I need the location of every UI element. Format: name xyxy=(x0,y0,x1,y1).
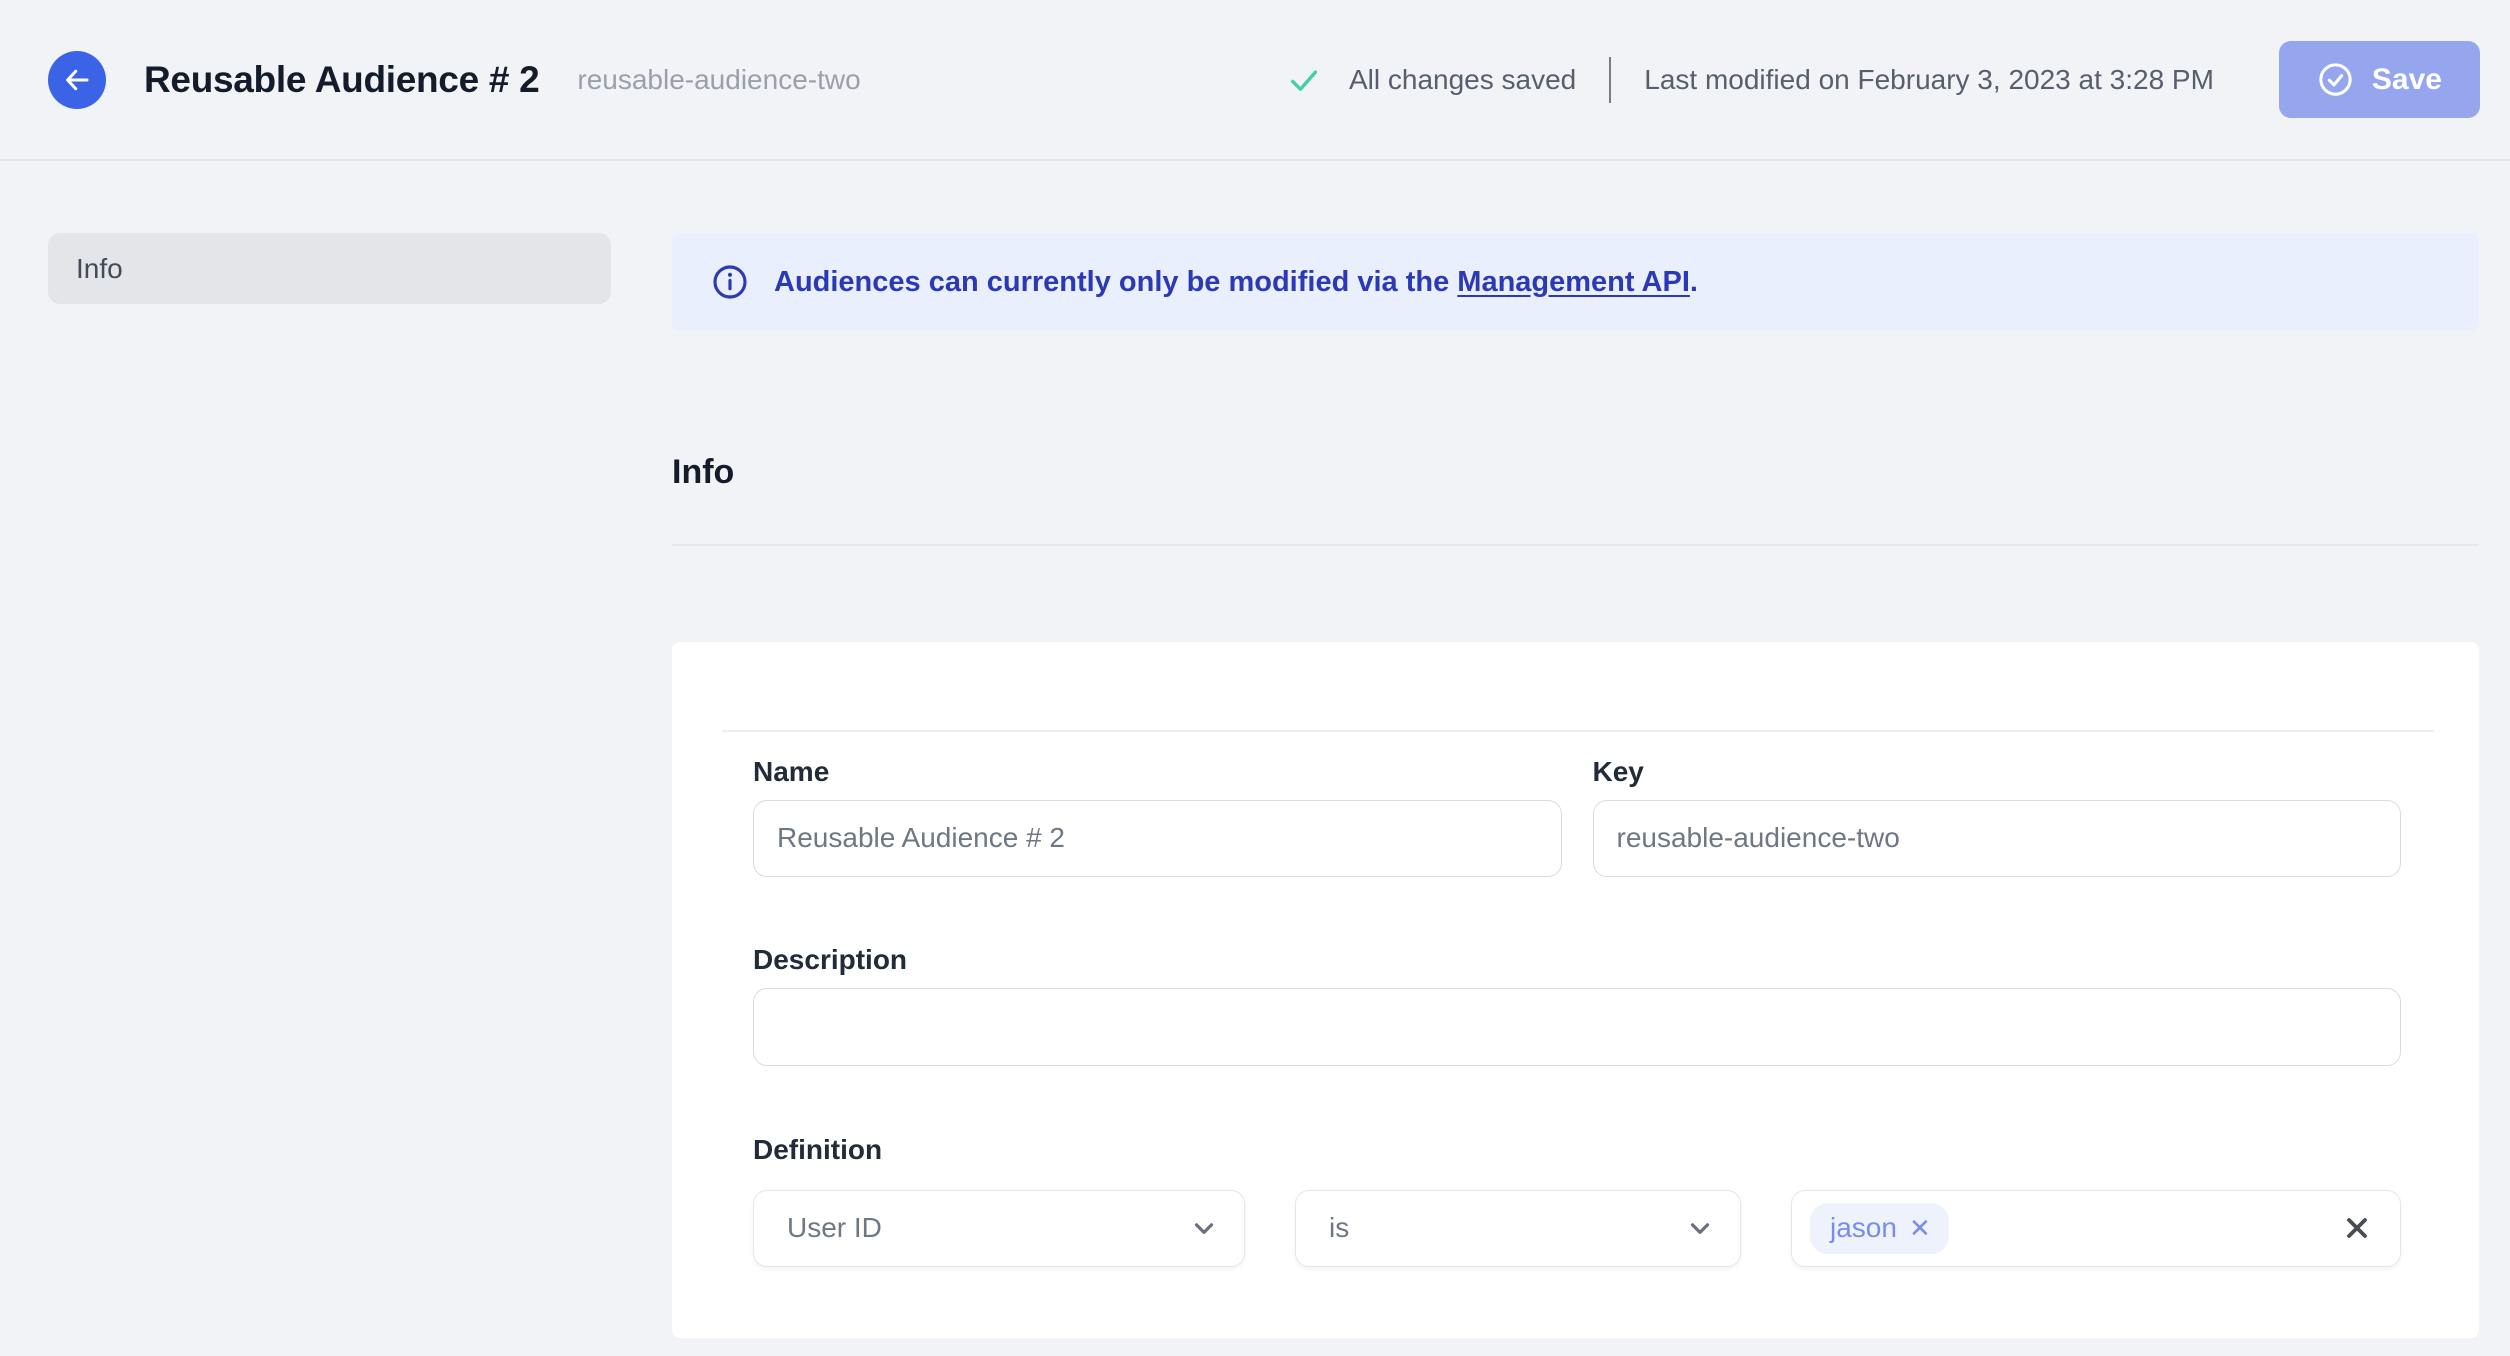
sidebar-item-label: Info xyxy=(76,252,123,284)
definition-label: Definition xyxy=(753,1133,883,1165)
sidebar-item-info[interactable]: Info xyxy=(48,233,611,304)
page-title: Reusable Audience # 2 xyxy=(144,58,540,100)
definition-row: User ID is jason ✕ xyxy=(753,1189,2401,1267)
trait-select-value: User ID xyxy=(787,1212,882,1243)
back-button[interactable] xyxy=(48,50,106,109)
description-field-group: Description xyxy=(753,944,2401,1066)
chevron-down-icon xyxy=(1685,1213,1715,1243)
sidebar: Info xyxy=(48,233,611,304)
circle-check-icon xyxy=(2317,61,2354,98)
header-divider xyxy=(1609,56,1612,103)
info-circle-icon xyxy=(712,264,748,300)
chip-remove-x-icon[interactable]: ✕ xyxy=(1909,1215,1931,1241)
value-chip-label: jason xyxy=(1830,1212,1897,1243)
value-chip[interactable]: jason ✕ xyxy=(1810,1202,1949,1254)
name-input[interactable] xyxy=(753,799,1562,877)
section-divider xyxy=(672,544,2479,546)
key-field-group: Key xyxy=(1592,755,2401,877)
content-area: Info Audiences can currently only be mod… xyxy=(0,161,2510,1338)
save-status: All changes saved xyxy=(1287,63,1576,97)
key-input[interactable] xyxy=(1592,799,2401,877)
name-key-row: Name Key xyxy=(753,756,2401,877)
main-panel: Audiences can currently only be modified… xyxy=(672,233,2479,1338)
info-card: Name Key Description Definition User ID xyxy=(672,642,2479,1338)
name-field-group: Name xyxy=(753,756,1562,877)
fieldset-divider xyxy=(722,730,2434,732)
save-button-label: Save xyxy=(2371,62,2442,96)
operator-select-value: is xyxy=(1329,1212,1350,1243)
chevron-down-icon xyxy=(1189,1213,1219,1243)
banner-message: Audiences can currently only be modified… xyxy=(774,266,1698,299)
name-label: Name xyxy=(753,755,830,787)
values-tag-input[interactable]: jason ✕ xyxy=(1791,1189,2401,1267)
banner-text-after: . xyxy=(1689,265,1698,298)
save-button[interactable]: Save xyxy=(2278,41,2480,118)
clear-values-button[interactable] xyxy=(2341,1212,2373,1244)
page-slug: reusable-audience-two xyxy=(577,63,861,95)
check-icon xyxy=(1287,63,1321,97)
trait-select[interactable]: User ID xyxy=(753,1189,1245,1267)
definition-field-group: Definition User ID is jason ✕ xyxy=(753,1134,2401,1267)
management-api-link[interactable]: Management API xyxy=(1457,266,1690,298)
page-header: Reusable Audience # 2 reusable-audience-… xyxy=(0,0,2510,161)
save-status-label: All changes saved xyxy=(1348,63,1577,95)
arrow-left-icon xyxy=(62,65,92,95)
description-label: Description xyxy=(753,943,908,975)
key-label: Key xyxy=(1592,755,1644,787)
operator-select[interactable]: is xyxy=(1295,1189,1741,1267)
info-banner: Audiences can currently only be modified… xyxy=(672,233,2479,331)
section-title: Info xyxy=(672,453,735,491)
description-input[interactable] xyxy=(753,987,2401,1066)
last-modified-label: Last modified on February 3, 2023 at 3:2… xyxy=(1644,63,2214,95)
banner-text-before: Audiences can currently only be modified… xyxy=(774,265,1458,298)
x-icon xyxy=(2341,1212,2373,1244)
